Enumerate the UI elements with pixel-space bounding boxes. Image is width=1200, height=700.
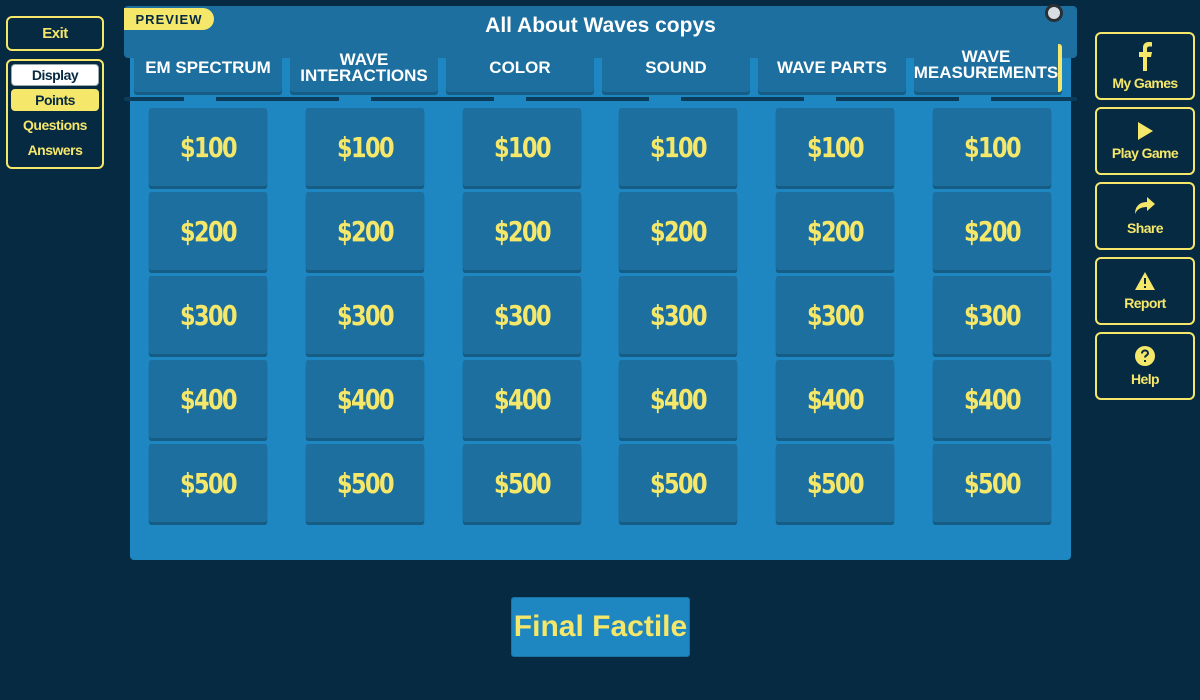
question-grid: $100 $100 $100 $100 $100 $100 $200 $200 $200 $200…: [134, 108, 1069, 522]
share-label: Share: [1127, 220, 1164, 236]
question-tile[interactable]: $100: [932, 108, 1052, 186]
tile-value: $500: [180, 466, 238, 500]
question-tile[interactable]: $500: [462, 444, 581, 522]
question-tile[interactable]: $200: [305, 192, 424, 270]
report-button[interactable]: Report: [1095, 257, 1195, 325]
question-tile[interactable]: $300: [932, 276, 1052, 354]
help-label: Help: [1131, 371, 1160, 387]
question-tile[interactable]: $200: [148, 192, 268, 270]
view-mode-panel: Display Points Questions Answers: [6, 59, 104, 169]
question-tile[interactable]: $400: [775, 360, 895, 438]
tile-value: $300: [964, 298, 1022, 332]
my-games-label: My Games: [1112, 75, 1178, 91]
share-button[interactable]: Share: [1095, 182, 1195, 250]
view-option-questions[interactable]: Questions: [11, 114, 99, 136]
category-wave-measurements: WAVE MEASUREMENTS: [914, 44, 1062, 92]
board-title: All About Waves copys: [485, 14, 716, 37]
tile-value: $100: [964, 130, 1022, 164]
tile-value: $100: [180, 130, 238, 164]
tile-value: $500: [336, 466, 395, 500]
category-em-spectrum: EM SPECTRUM: [134, 44, 282, 92]
tile-value: $400: [180, 382, 238, 416]
question-tile[interactable]: $300: [305, 276, 424, 354]
question-tile[interactable]: $500: [305, 444, 424, 522]
question-tile[interactable]: $200: [775, 192, 895, 270]
tile-value: $400: [336, 382, 395, 416]
question-tile[interactable]: $500: [932, 444, 1052, 522]
question-tile[interactable]: $200: [932, 192, 1052, 270]
play-game-label: Play Game: [1111, 145, 1179, 161]
question-tile[interactable]: $100: [462, 108, 581, 186]
view-option-points[interactable]: Points: [11, 89, 99, 111]
tile-value: $200: [180, 214, 238, 248]
question-tile[interactable]: $400: [305, 360, 424, 438]
tile-value: $500: [493, 466, 552, 500]
tile-value: $200: [807, 214, 865, 248]
tile-value: $400: [807, 382, 865, 416]
game-board: PREVIEW All About Waves copys EM SPECTRU…: [124, 4, 1077, 560]
report-label: Report: [1124, 295, 1166, 311]
tile-value: $200: [650, 214, 708, 248]
help-button[interactable]: Help: [1095, 332, 1195, 400]
tile-value: $200: [964, 214, 1022, 248]
question-tile[interactable]: $200: [462, 192, 581, 270]
tile-value: $100: [493, 130, 552, 164]
question-tile[interactable]: $500: [619, 444, 738, 522]
view-option-answers[interactable]: Answers: [11, 139, 99, 161]
category-wave-interactions: WAVE INTERACTIONS: [290, 44, 438, 92]
tile-value: $400: [964, 382, 1022, 416]
tile-value: $200: [493, 214, 552, 248]
question-tile[interactable]: $400: [148, 360, 268, 438]
gear-icon[interactable]: [1045, 4, 1063, 22]
question-tile[interactable]: $100: [775, 108, 895, 186]
view-option-display[interactable]: Display: [11, 64, 99, 86]
question-tile[interactable]: $400: [462, 360, 581, 438]
category-wave-parts: WAVE PARTS: [758, 44, 906, 92]
final-factile-button[interactable]: Final Factile: [511, 597, 690, 657]
tile-value: $500: [964, 466, 1022, 500]
category-row: EM SPECTRUM WAVE INTERACTIONS COLOR SOUN…: [134, 44, 1069, 100]
question-tile[interactable]: $300: [619, 276, 738, 354]
warning-icon: [1135, 272, 1155, 290]
question-tile[interactable]: $300: [462, 276, 581, 354]
tile-value: $200: [336, 214, 395, 248]
category-sound: SOUND: [602, 44, 750, 92]
exit-button[interactable]: Exit: [6, 16, 104, 51]
preview-badge: PREVIEW: [124, 8, 214, 30]
tile-value: $400: [493, 382, 552, 416]
tile-value: $100: [336, 130, 395, 164]
my-games-button[interactable]: My Games: [1095, 32, 1195, 100]
header-divider: [124, 97, 1077, 101]
tile-value: $300: [180, 298, 238, 332]
tile-value: $400: [650, 382, 708, 416]
question-tile[interactable]: $400: [619, 360, 738, 438]
question-tile[interactable]: $500: [148, 444, 268, 522]
help-icon: [1135, 346, 1155, 366]
tile-value: $300: [807, 298, 865, 332]
share-icon: [1135, 197, 1155, 214]
tile-value: $500: [807, 466, 865, 500]
tile-value: $300: [650, 298, 708, 332]
category-color: COLOR: [446, 44, 594, 92]
question-tile[interactable]: $100: [619, 108, 738, 186]
tile-value: $100: [650, 130, 708, 164]
question-tile[interactable]: $100: [305, 108, 424, 186]
question-tile[interactable]: $300: [775, 276, 895, 354]
tile-value: $100: [807, 130, 865, 164]
play-game-button[interactable]: Play Game: [1095, 107, 1195, 175]
play-icon: [1138, 122, 1153, 140]
question-tile[interactable]: $200: [619, 192, 738, 270]
question-tile[interactable]: $100: [148, 108, 268, 186]
question-tile[interactable]: $400: [932, 360, 1052, 438]
tile-value: $300: [336, 298, 395, 332]
tile-value: $500: [650, 466, 708, 500]
question-tile[interactable]: $500: [775, 444, 895, 522]
facebook-icon: [1139, 42, 1152, 71]
question-tile[interactable]: $300: [148, 276, 268, 354]
tile-value: $300: [493, 298, 552, 332]
